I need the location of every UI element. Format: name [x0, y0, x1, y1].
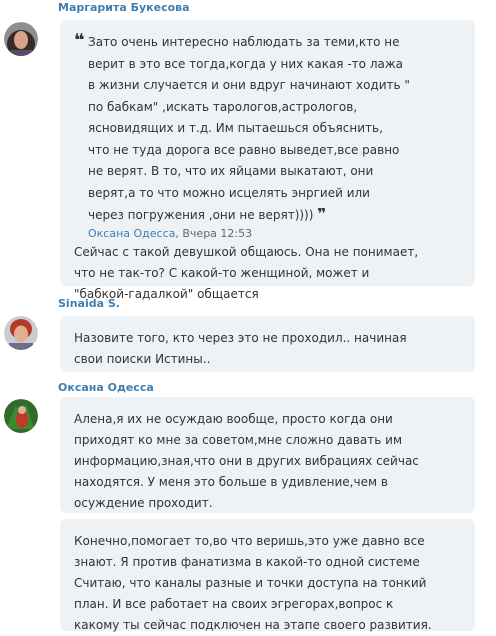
- message-bubble: Конечно,помогает то,во что веришь,это уж…: [60, 519, 475, 632]
- message-text: Сейчас с такой девушкой общаюсь. Она не …: [74, 244, 419, 301]
- author-name[interactable]: Sinaida S.: [58, 297, 120, 311]
- quote-author-link[interactable]: Оксана Одесса: [88, 227, 175, 240]
- author-name[interactable]: Оксана Одесса: [58, 381, 154, 395]
- quote-citation: Оксана Одесса, Вчера 12:53: [88, 227, 461, 241]
- message-bubble: Назовите того, кто через это не проходил…: [60, 316, 475, 372]
- message-bubble: Алена,я их не осуждаю вообще, просто ког…: [60, 397, 475, 513]
- quote-open-icon: ❝: [74, 30, 85, 51]
- quote-block: ❝ Зато очень интересно наблюдать за теми…: [74, 30, 461, 241]
- avatar[interactable]: [4, 399, 38, 433]
- message-text: Назовите того, кто через это не проходил…: [74, 331, 407, 366]
- avatar[interactable]: [4, 316, 38, 350]
- quote-close-icon: ❞: [317, 205, 327, 223]
- quote-text: Зато очень интересно наблюдать за теми,к…: [88, 35, 410, 223]
- message-text: Алена,я их не осуждаю вообще, просто ког…: [74, 412, 419, 510]
- quote-time: , Вчера 12:53: [175, 226, 253, 240]
- avatar[interactable]: [4, 22, 38, 56]
- author-name[interactable]: Маргарита Букесова: [58, 1, 190, 15]
- message-bubble: ❝ Зато очень интересно наблюдать за теми…: [60, 20, 475, 301]
- message-text: Конечно,помогает то,во что веришь,это уж…: [74, 534, 432, 632]
